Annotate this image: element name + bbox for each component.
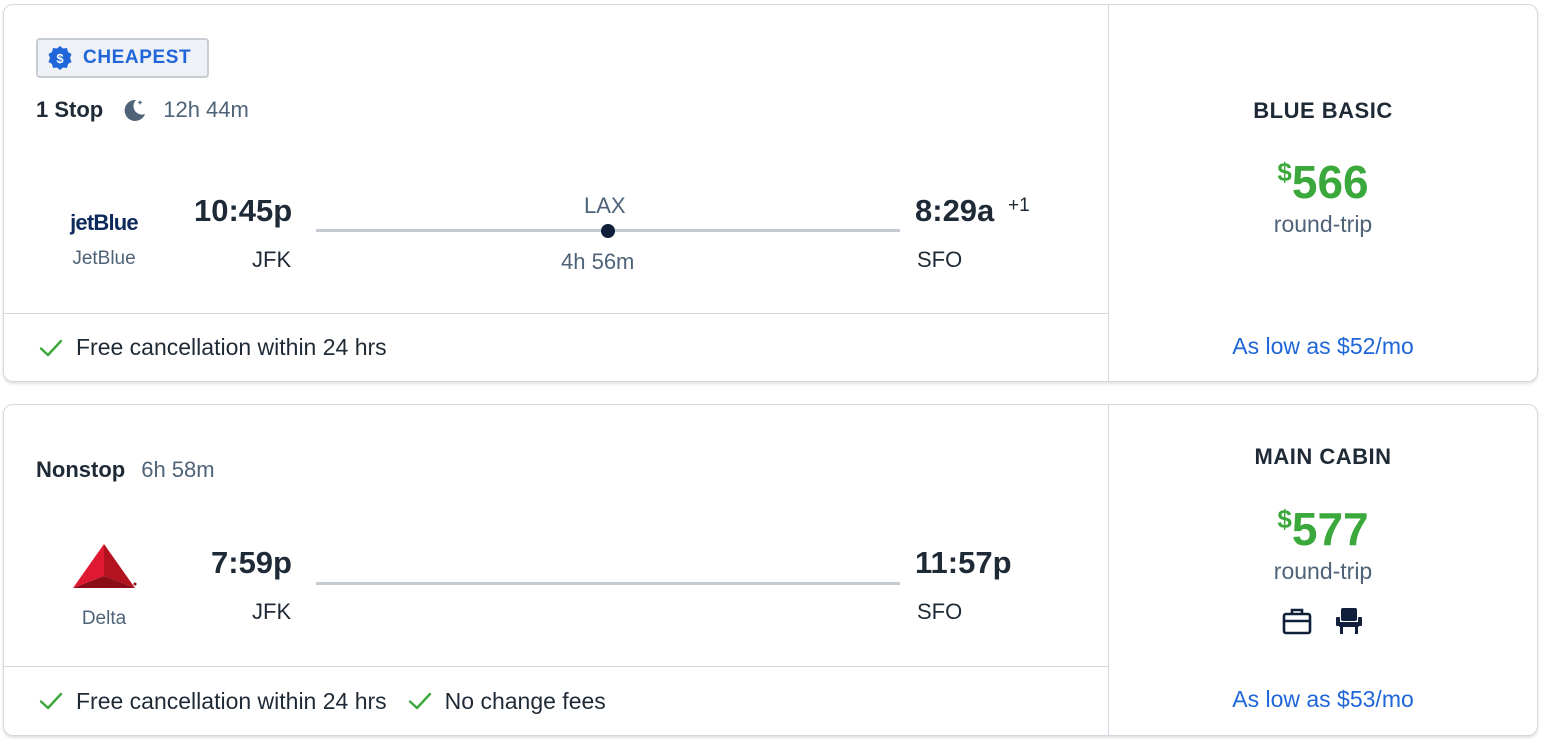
feature-item: Free cancellation within 24 hrs [38,688,387,715]
day-offset: +1 [1008,195,1030,216]
stops-summary: 1 Stop 12h 44m [36,97,249,123]
price-currency: $ [1277,157,1292,187]
flight-features: Free cancellation within 24 hrs No chang… [4,666,1108,735]
cheapest-badge: $ CHEAPEST [36,38,209,78]
price-amount: 566 [1291,156,1369,208]
fare-class: MAIN CABIN [1254,444,1392,469]
departure-airport: JFK [252,247,292,272]
jetblue-logo: jetBlue [70,210,139,235]
arrival-time: 8:29a [915,193,995,228]
moon-icon [124,99,146,121]
badge-label: CHEAPEST [83,47,192,68]
layover-airport: LAX [584,193,626,218]
airline-info: jetBlue JetBlue [34,210,174,270]
feature-label: Free cancellation within 24 hrs [76,334,387,360]
departure-time: 10:45p [194,193,293,228]
amenity-icons [1109,605,1537,637]
trip-type: round-trip [1273,211,1373,237]
stops-label: 1 Stop [36,97,104,122]
airline-name: Delta [81,608,127,629]
checkmark-icon [408,692,431,710]
price-amount: 577 [1291,503,1369,555]
checkmark-icon [39,692,63,710]
fare-class: BLUE BASIC [1253,98,1393,123]
feature-item: Free cancellation within 24 hrs [38,334,387,361]
airline-info: Delta [34,542,174,630]
departure-time: 7:59p [211,545,292,580]
seat-icon [1336,608,1362,634]
layover-duration: 4h 56m [561,249,635,274]
price-currency: $ [1277,504,1292,534]
trip-type: round-trip [1273,558,1373,584]
price: $566 [1109,155,1537,209]
checkmark-icon [39,339,63,356]
airline-name: JetBlue [72,248,136,269]
total-duration: 6h 58m [141,457,215,482]
flight-details[interactable]: Nonstop 6h 58m Delta 7:59p JFK 11:57p SF… [4,405,1108,735]
arrival-time: 11:57p [915,545,1012,580]
financing-link[interactable]: As low as $53/mo [1109,686,1537,713]
price: $577 [1109,502,1537,556]
feature-item: No change fees [407,688,606,715]
fare-panel[interactable]: BLUE BASIC $566 round-trip As low as $52… [1108,5,1537,381]
layover-dot [601,224,615,238]
stops-label: Nonstop [36,457,126,482]
arrival-airport: SFO [917,599,963,624]
total-duration: 12h 44m [163,97,249,122]
delta-logo-icon [73,544,137,588]
feature-label: No change fees [444,687,606,714]
carry-on-bag-icon [1282,608,1312,635]
departure-airport: JFK [252,599,292,624]
dollar-badge-icon: $ [48,46,72,70]
svg-text:$: $ [56,51,64,66]
financing-link[interactable]: As low as $52/mo [1109,333,1537,360]
stops-summary: Nonstop 6h 58m [36,457,215,483]
arrival-airport: SFO [917,247,963,272]
feature-label: Free cancellation within 24 hrs [76,687,387,714]
flight-details[interactable]: $ CHEAPEST 1 Stop 12h 44m jetBlue JetBlu… [4,5,1108,381]
route-line [316,582,900,585]
flight-features: Free cancellation within 24 hrs [4,313,1108,381]
flight-card[interactable]: $ CHEAPEST 1 Stop 12h 44m jetBlue JetBlu… [3,4,1538,382]
flight-card[interactable]: Nonstop 6h 58m Delta 7:59p JFK 11:57p SF… [3,404,1538,736]
fare-panel[interactable]: MAIN CABIN $577 round-trip As low as $53… [1108,405,1537,735]
